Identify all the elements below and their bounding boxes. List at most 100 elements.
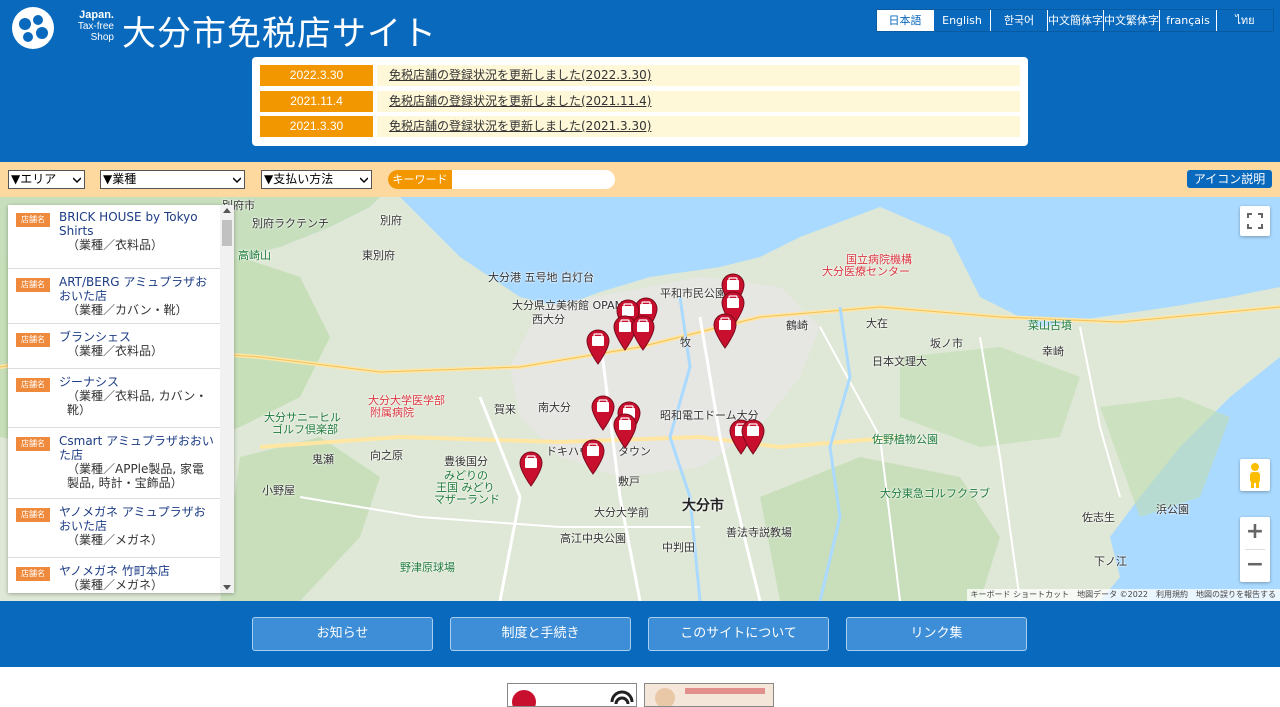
tax-free-shop-pin-icon[interactable] [585,329,611,365]
shop-list-item[interactable]: 店舗名 Csmart アミュプラザおおいた店 （業種／APPle製品, 家電製品,… [8,429,220,499]
map-label: 賀来 [494,403,516,416]
map-label: 中判田 [662,541,695,554]
map-label: 佐志生 [1082,511,1115,524]
lang-chinese-simplified[interactable]: 中文簡体字 [1047,10,1103,31]
nav-system-procedure-button[interactable]: 制度と手続き [450,617,631,651]
shop-list-item[interactable]: 店舗名 BRICK HOUSE by Tokyo Shirts （業種／衣料品） [8,205,220,269]
map-label: 西大分 [532,313,565,326]
map-label: 鶴崎 [786,319,808,332]
tax-free-shop-pin-icon[interactable] [518,451,544,487]
map-label: 大在 [866,317,888,330]
map-label: 大分港 五号地 白灯台 [488,271,594,284]
news-link[interactable]: 免税店舗の登録状況を更新しました(2021.11.4) [377,91,1020,112]
nav-links-button[interactable]: リンク集 [846,617,1027,651]
map-label: 別府ラクテンチ [252,217,329,230]
industry-select[interactable]: ▼業種 [100,170,245,189]
keyboard-shortcuts-link[interactable]: キーボード ショートカット [971,589,1070,601]
shop-list-item[interactable]: 店舗名 ヤノメガネ アミュプラザおおいた店 （業種／メガネ） [8,500,220,558]
shop-tag: 店舗名 [16,278,50,292]
zoom-out-button[interactable]: − [1240,550,1270,582]
keyword-label: キーワード [388,170,452,189]
shop-name: ブランシェス （業種／衣料品） [59,330,215,358]
fullscreen-button[interactable] [1240,206,1270,236]
map-label: 佐野植物公園 [872,433,938,446]
area-select[interactable]: ▼エリア [8,170,85,189]
shop-name: ART/BERG アミュプラザおおいた店 （業種／カバン・靴） [59,275,215,317]
terms-link[interactable]: 利用規約 [1156,589,1188,601]
shop-map[interactable]: 別府市 別府ラクテンチ 別府 東別府 高崎山 大分港 五号地 白灯台 大分県立美… [0,197,1280,601]
tax-free-shop-pin-icon[interactable] [580,439,606,475]
map-label: 日本文理大 [872,355,927,368]
shop-name-text: BRICK HOUSE by Tokyo Shirts [59,210,198,238]
news-link[interactable]: 免税店舗の登録状況を更新しました(2021.3.30) [377,116,1020,137]
lang-french[interactable]: français [1159,10,1216,31]
site-title: 大分市免税店サイト [122,14,437,54]
map-label: 野津原球場 [400,561,455,574]
free-wifi-banner-image [508,684,636,706]
nav-about-button[interactable]: このサイトについて [648,617,829,651]
news-item: 2021.3.30 免税店舗の登録状況を更新しました(2021.3.30) [260,116,1020,137]
payment-select[interactable]: ▼支払い方法 [261,170,372,189]
shop-list-scrollbar[interactable] [220,205,234,593]
oita-promo-banner-image [645,684,773,706]
shop-tag: 店舗名 [16,378,50,392]
scroll-down-arrow-icon[interactable] [223,585,231,590]
map-data-credit: 地図データ ©2022 [1077,590,1148,599]
keyword-input[interactable] [454,170,612,189]
shop-list-item[interactable]: 店舗名 ジーナシス （業種／衣料品, カバン・靴） [8,370,220,428]
icon-legend-button[interactable]: アイコン説明 [1187,170,1272,188]
scroll-thumb[interactable] [222,220,232,246]
scroll-up-arrow-icon[interactable] [223,208,231,213]
map-label: 牧 [680,336,691,349]
shop-name: ヤノメガネ 竹町本店 （業種／メガネ） [59,564,215,592]
lang-thai[interactable]: ไทย [1216,10,1273,31]
nav-news-button[interactable]: お知らせ [252,617,433,651]
shop-name-text: ART/BERG アミュプラザおおいた店 [59,275,208,303]
area-select-value: ▼エリア [11,172,57,186]
news-date: 2021.11.4 [260,91,373,112]
shop-list-item[interactable]: 店舗名 ART/BERG アミュプラザおおいた店 （業種／カバン・靴） [8,270,220,324]
lang-chinese-traditional[interactable]: 中文繁体字 [1103,10,1159,31]
map-label: 善法寺説教場 [726,526,792,539]
map-label: 菜山古墳 [1028,319,1072,332]
lang-english[interactable]: English [933,10,990,31]
map-label: 浜公園 [1156,503,1189,516]
map-label: 高江中央公園 [560,532,626,545]
shop-category: （業種／メガネ） [67,533,164,547]
shop-tag: 店舗名 [16,567,50,581]
report-error-link[interactable]: 地図の誤りを報告する [1196,589,1276,601]
tax-free-shop-pin-icon[interactable] [612,413,638,449]
lang-korean[interactable]: 한국어 [990,10,1047,31]
map-label: ゴルフ倶楽部 [272,423,338,436]
tax-free-shop-pin-icon[interactable] [712,313,738,349]
lang-japanese[interactable]: 日本語 [877,10,933,31]
shop-list-item[interactable]: 店舗名 ヤノメガネ 竹町本店 （業種／メガネ） [8,559,220,593]
pegman-icon [1250,463,1260,488]
shop-category: （業種／衣料品, カバン・靴） [67,389,208,417]
shop-name-text: ヤノメガネ 竹町本店 [59,564,170,578]
map-label-city: 大分市 [682,498,724,514]
map-attribution: キーボード ショートカット 地図データ ©2022 利用規約 地図の誤りを報告す… [966,589,1280,601]
shop-category: （業種／カバン・靴） [67,303,188,317]
site-header: Japan. Tax-free Shop 大分市免税店サイト 日本語 Engli… [0,0,1280,162]
shop-tag: 店舗名 [16,333,50,347]
map-label: 幸崎 [1042,345,1064,358]
news-item: 2021.11.4 免税店舗の登録状況を更新しました(2021.11.4) [260,91,1020,112]
zoom-control: + − [1240,517,1270,582]
zoom-in-button[interactable]: + [1240,517,1270,549]
shop-name-text: ジーナシス [59,375,120,389]
shop-category: （業種／メガネ） [67,578,164,592]
free-wifi-banner[interactable] [507,683,637,707]
tax-free-shop-logo[interactable]: Japan. Tax-free Shop [6,6,116,50]
shop-category: （業種／衣料品） [67,344,164,358]
street-view-pegman-button[interactable] [1240,459,1270,491]
tax-free-shop-pin-icon[interactable] [630,315,656,351]
language-switcher: 日本語 English 한국어 中文簡体字 中文繁体字 français ไทย [876,9,1274,32]
map-label: 小野屋 [262,484,295,497]
shop-list-item[interactable]: 店舗名 ブランシェス （業種／衣料品） [8,325,220,369]
chevron-down-icon [233,177,241,184]
news-link[interactable]: 免税店舗の登録状況を更新しました(2022.3.30) [377,65,1020,86]
oita-promo-banner[interactable] [644,683,774,707]
shop-list-panel[interactable]: 店舗名 BRICK HOUSE by Tokyo Shirts （業種／衣料品） … [8,205,234,593]
tax-free-shop-pin-icon[interactable] [740,419,766,455]
